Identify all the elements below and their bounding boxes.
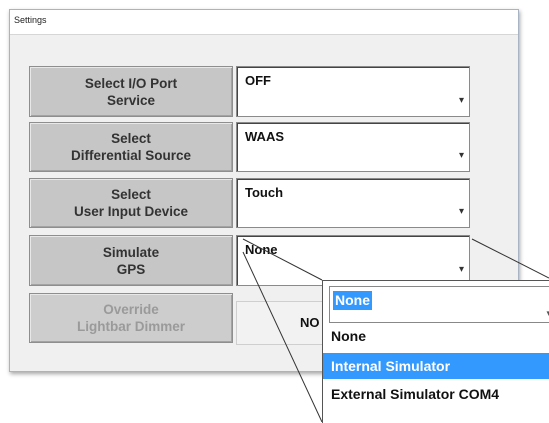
button-label-line1: Select [111, 131, 151, 146]
button-label-line2: GPS [116, 261, 146, 277]
user-input-device-dropdown[interactable]: Touch ▾ [236, 178, 470, 228]
chevron-down-icon[interactable]: ▾ [459, 96, 464, 106]
title-bar: Settings [10, 10, 518, 35]
dropdown-value: Touch [245, 185, 284, 200]
differential-source-dropdown[interactable]: WAAS ▾ [236, 122, 470, 172]
button-label-line1: Simulate [102, 244, 160, 260]
select-user-input-device-button[interactable]: Select User Input Device [29, 178, 233, 228]
button-label-line2: Differential Source [70, 148, 192, 163]
window-title: Settings [14, 15, 47, 25]
dropdown-value: WAAS [245, 129, 284, 144]
dropdown-value: None [245, 242, 278, 257]
dropdown-option[interactable]: None [323, 323, 549, 349]
chevron-down-icon[interactable]: ▾ [459, 265, 464, 275]
zoom-dropdown-field[interactable]: None ▾ [329, 286, 549, 323]
zoom-current-value: None [333, 291, 372, 310]
button-label-line1: Override [103, 302, 159, 317]
select-io-port-service-button[interactable]: Select I/O Port Service [29, 66, 233, 117]
chevron-down-icon[interactable]: ▾ [459, 207, 464, 217]
simulate-gps-dropdown[interactable]: None ▾ [236, 235, 470, 286]
button-label-line2: Lightbar Dimmer [76, 319, 185, 334]
dropdown-zoom-callout: None ▾ None Internal Simulator External … [322, 280, 549, 423]
simulate-gps-button[interactable]: Simulate GPS [29, 235, 233, 286]
dropdown-option-selected[interactable]: Internal Simulator [323, 353, 549, 379]
dropdown-option[interactable]: External Simulator COM4 [323, 381, 549, 407]
override-lightbar-dimmer-button: Override Lightbar Dimmer [29, 293, 233, 343]
button-label-line2: User Input Device [73, 204, 189, 219]
button-label-line1: Select [111, 187, 151, 202]
chevron-down-icon[interactable]: ▾ [459, 151, 464, 161]
select-differential-source-button[interactable]: Select Differential Source [29, 122, 233, 172]
dropdown-value: OFF [245, 73, 271, 88]
button-label-line2: Service [106, 92, 156, 108]
button-label-line1: Select I/O Port [84, 75, 178, 91]
override-value-text: NO [300, 315, 320, 330]
io-port-service-dropdown[interactable]: OFF ▾ [236, 66, 470, 117]
